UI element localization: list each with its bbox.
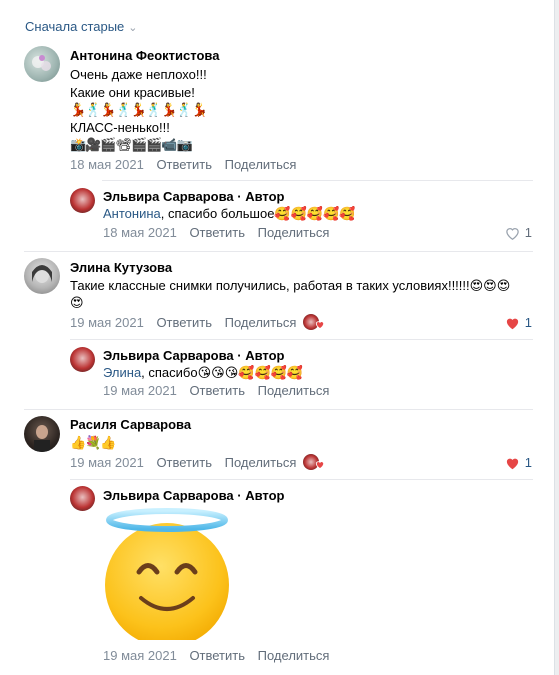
reply-link[interactable]: Ответить — [189, 225, 245, 240]
reply-link[interactable]: Ответить — [156, 455, 212, 470]
comment-text-line: Очень даже неплохо!!! — [70, 67, 207, 82]
reply-meta: 19 мая 2021 Ответить Поделиться — [103, 648, 338, 663]
reply-link[interactable]: Ответить — [156, 315, 212, 330]
reply-date[interactable]: 19 мая 2021 — [103, 648, 177, 663]
comments-panel: Сначала старые ⌄ Антонина Феоктистова Оч… — [0, 0, 555, 675]
heart-badge-icon — [315, 321, 325, 329]
share-link[interactable]: Поделиться — [258, 648, 330, 663]
reply-body: , спасибо большое🥰🥰🥰🥰🥰 — [160, 206, 356, 221]
reply-author[interactable]: Эльвира Сарварова · Автор — [103, 348, 284, 363]
sort-label: Сначала старые — [25, 19, 125, 34]
comment-text-line: Такие классные снимки получились, работа… — [70, 278, 511, 293]
avatar[interactable] — [70, 347, 95, 372]
reply-author[interactable]: Эльвира Сарварова · Автор — [103, 488, 284, 503]
reply-link[interactable]: Ответить — [189, 648, 245, 663]
reply-link[interactable]: Ответить — [156, 157, 212, 172]
comment-emoji-line: 👍💐👍 — [70, 435, 117, 450]
comment-emoji-line: 😍 — [70, 295, 84, 310]
share-link[interactable]: Поделиться — [225, 157, 297, 172]
comment-meta: 18 мая 2021 Ответить Поделиться — [70, 157, 305, 172]
reply-date[interactable]: 18 мая 2021 — [103, 225, 177, 240]
share-link[interactable]: Поделиться — [258, 225, 330, 240]
reply-meta: 18 мая 2021 Ответить Поделиться — [103, 225, 338, 240]
comment-meta: 19 мая 2021 Ответить Поделиться — [70, 455, 305, 470]
smiling-face-with-halo-icon — [105, 508, 229, 640]
like-count: 1 — [524, 315, 532, 330]
comment-date[interactable]: 19 мая 2021 — [70, 315, 144, 330]
like-button[interactable]: 1 — [505, 455, 532, 470]
comment-emoji-line: 📸🎥🎬📽🎬🎬📹📷 — [70, 137, 193, 152]
divider — [102, 180, 533, 181]
comment-date[interactable]: 18 мая 2021 — [70, 157, 144, 172]
chevron-down-icon: ⌄ — [128, 22, 138, 34]
comment-emoji-line: 💃🕺💃🕺💃🕺💃🕺💃 — [70, 102, 208, 117]
heart-filled-icon — [506, 458, 518, 469]
reply-link[interactable]: Ответить — [189, 383, 245, 398]
reply-text: Антонина, спасибо большое🥰🥰🥰🥰🥰 — [103, 205, 355, 223]
avatar[interactable] — [24, 46, 60, 82]
heart-outline-icon — [506, 227, 519, 240]
reply-mention[interactable]: Элина — [103, 365, 141, 380]
like-count: 1 — [524, 225, 532, 240]
comment-author[interactable]: Элина Кутузова — [70, 260, 172, 275]
avatar[interactable] — [70, 188, 95, 213]
sort-dropdown[interactable]: Сначала старые ⌄ — [25, 19, 138, 34]
reply-meta: 19 мая 2021 Ответить Поделиться — [103, 383, 338, 398]
comment-author[interactable]: Антонина Феоктистова — [70, 48, 219, 63]
comment-text-line: КЛАСС-ненько!!! — [70, 120, 170, 135]
reply-mention[interactable]: Антонина — [103, 206, 161, 221]
reply-author[interactable]: Эльвира Сарварова · Автор — [103, 189, 284, 204]
share-link[interactable]: Поделиться — [258, 383, 330, 398]
comment-meta: 19 мая 2021 Ответить Поделиться — [70, 315, 305, 330]
reply-date[interactable]: 19 мая 2021 — [103, 383, 177, 398]
comment-date[interactable]: 19 мая 2021 — [70, 455, 144, 470]
divider — [24, 409, 533, 410]
like-button[interactable]: 1 — [505, 225, 532, 240]
heart-badge-icon — [315, 461, 325, 469]
avatar[interactable] — [24, 258, 60, 294]
divider — [70, 479, 533, 480]
avatar[interactable] — [70, 486, 95, 511]
share-link[interactable]: Поделиться — [225, 315, 297, 330]
like-button[interactable]: 1 — [505, 315, 532, 330]
like-count: 1 — [524, 455, 532, 470]
share-link[interactable]: Поделиться — [225, 455, 297, 470]
divider — [70, 339, 533, 340]
reply-body: , спасибо😘😘😘🥰🥰🥰🥰 — [141, 365, 304, 380]
divider — [24, 251, 533, 252]
reply-text: Элина, спасибо😘😘😘🥰🥰🥰🥰 — [103, 364, 303, 382]
heart-filled-icon — [506, 318, 518, 329]
comment-author[interactable]: Расиля Сарварова — [70, 417, 191, 432]
avatar[interactable] — [24, 416, 60, 452]
comment-text-line: Какие они красивые! — [70, 85, 195, 100]
